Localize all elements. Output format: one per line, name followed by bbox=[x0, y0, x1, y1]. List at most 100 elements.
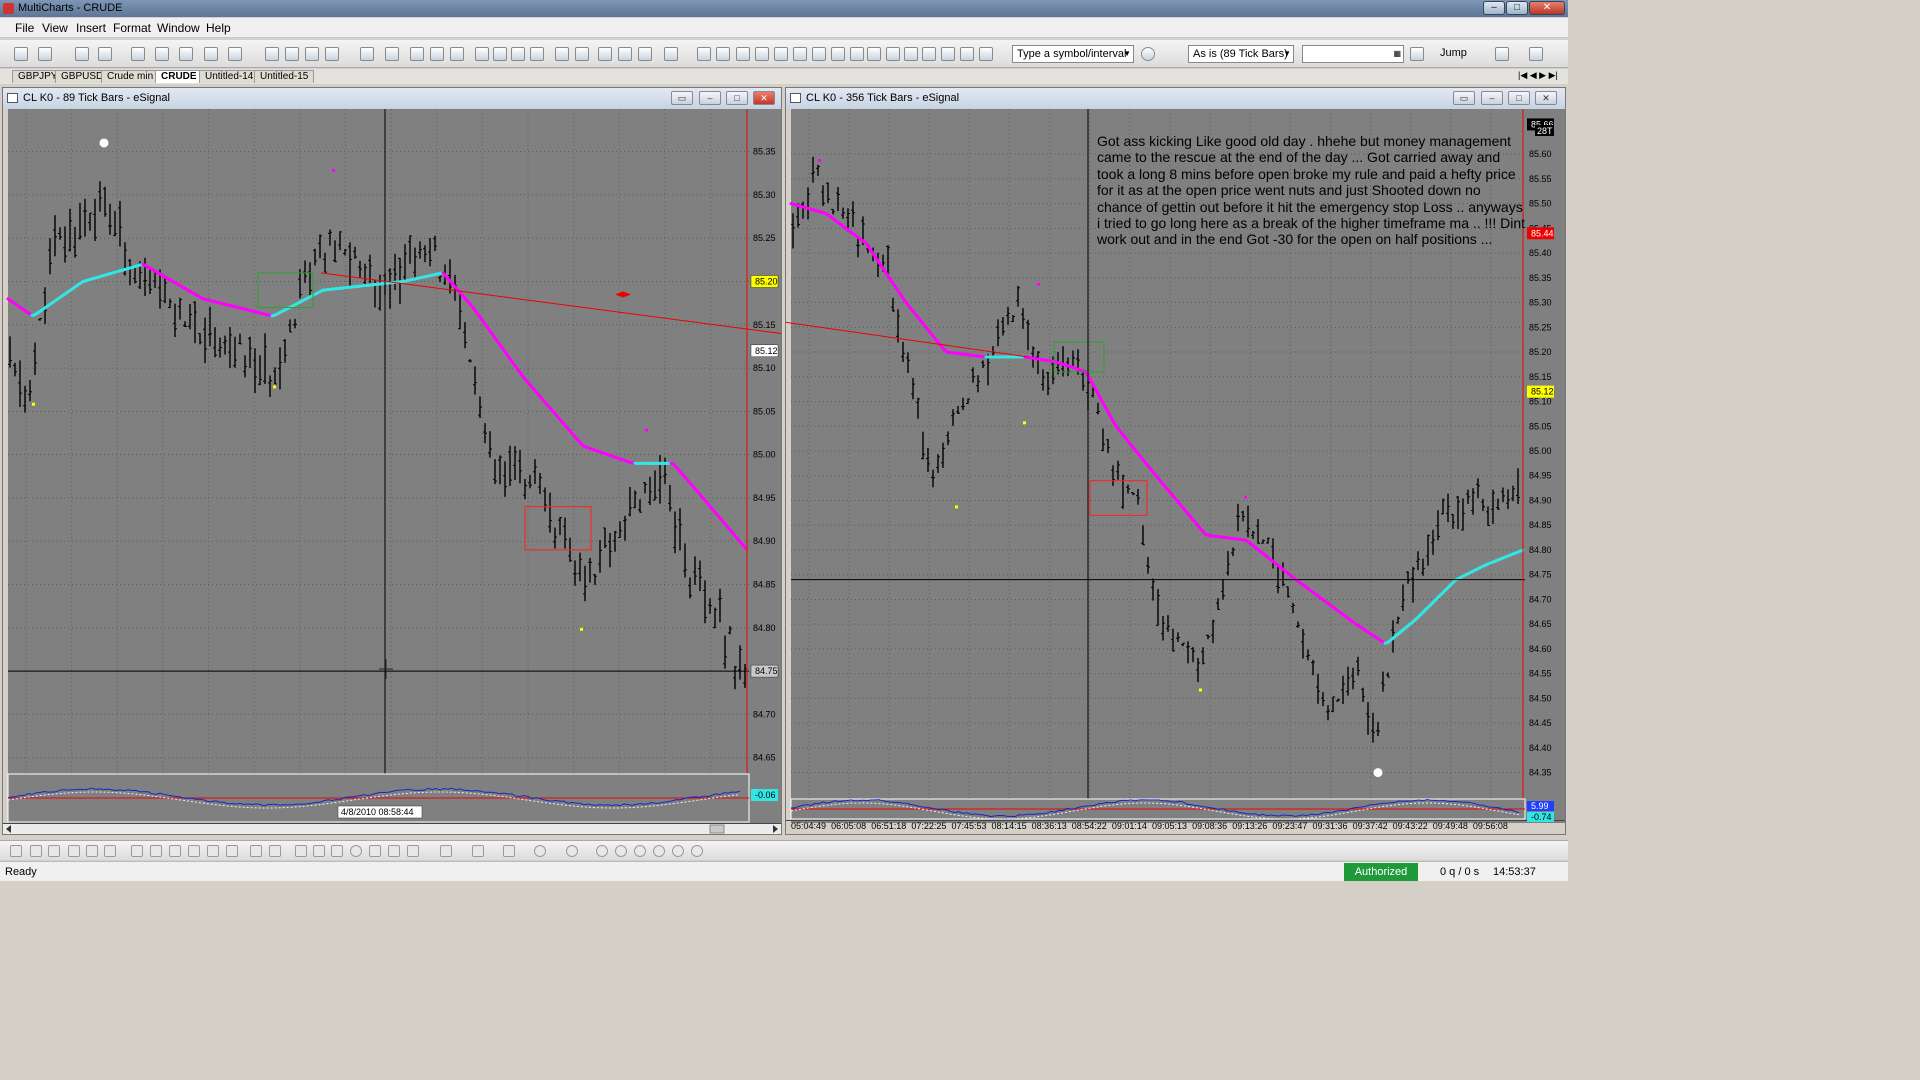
chart-close-button[interactable]: ✕ bbox=[753, 91, 775, 105]
order-icon[interactable] bbox=[228, 47, 242, 61]
chart-options-button[interactable]: ▭ bbox=[671, 91, 693, 105]
zoom-x-icon[interactable] bbox=[618, 47, 632, 61]
prev-icon[interactable] bbox=[1495, 47, 1509, 61]
scanner-icon[interactable] bbox=[179, 47, 193, 61]
goto-end-icon[interactable] bbox=[1410, 47, 1424, 61]
left-chart-titlebar[interactable]: CL K0 - 89 Tick Bars - eSignal ▭ – □ ✕ bbox=[3, 88, 781, 109]
minimize-button[interactable]: – bbox=[1483, 1, 1505, 15]
fib-fan-icon[interactable] bbox=[150, 845, 162, 857]
record-3-icon[interactable] bbox=[634, 845, 646, 857]
regression-icon[interactable] bbox=[226, 845, 238, 857]
save-icon[interactable] bbox=[75, 47, 89, 61]
panel-icon[interactable] bbox=[664, 47, 678, 61]
jump-button[interactable]: Jump bbox=[1440, 47, 1467, 59]
sync-icon[interactable] bbox=[960, 47, 974, 61]
new-window-icon[interactable] bbox=[155, 47, 169, 61]
gann-icon[interactable] bbox=[104, 845, 116, 857]
record-2-icon[interactable] bbox=[615, 845, 627, 857]
line-style-icon[interactable] bbox=[305, 47, 319, 61]
rectangle-icon[interactable] bbox=[331, 845, 343, 857]
chart-minimize-button[interactable]: – bbox=[1481, 91, 1503, 105]
horizontal-scrollbar[interactable] bbox=[3, 824, 781, 834]
up-icon[interactable] bbox=[774, 47, 788, 61]
scrollbar-thumb[interactable] bbox=[709, 824, 725, 834]
arrow-down-icon[interactable] bbox=[388, 845, 400, 857]
resolution-combobox[interactable]: As is (89 Tick Bars) ▼ bbox=[1188, 45, 1294, 63]
arrow-up-icon[interactable] bbox=[407, 845, 419, 857]
plot-area[interactable] bbox=[8, 109, 749, 826]
zoom-out-icon[interactable] bbox=[904, 47, 918, 61]
crosshair-icon[interactable] bbox=[575, 47, 589, 61]
chart-text-note[interactable]: Got ass kicking Like good old day . hheh… bbox=[1097, 133, 1529, 248]
tab-crude-min[interactable]: Crude min bbox=[101, 70, 160, 83]
right-chart-window[interactable]: CL K0 - 356 Tick Bars - eSignal ▭ – □ ✕ … bbox=[785, 87, 1566, 835]
chart-maximize-button[interactable]: □ bbox=[726, 91, 748, 105]
menu-window[interactable]: Window bbox=[157, 21, 200, 35]
refresh-icon[interactable] bbox=[922, 47, 936, 61]
chart-type-icon[interactable] bbox=[325, 47, 339, 61]
symbol-combobox[interactable]: Type a symbol/interval ▼ bbox=[1012, 45, 1134, 63]
back-icon[interactable] bbox=[812, 47, 826, 61]
tab-scroll-icon[interactable]: |◀ ◀ ▶ ▶| bbox=[1518, 70, 1558, 81]
study-icon[interactable] bbox=[511, 47, 525, 61]
signal-icon[interactable] bbox=[410, 47, 424, 61]
open-icon[interactable] bbox=[38, 47, 52, 61]
channel-icon[interactable] bbox=[68, 845, 80, 857]
left-chart-window[interactable]: CL K0 - 89 Tick Bars - eSignal ▭ – □ ✕ 8… bbox=[2, 87, 782, 835]
fib-lines-icon[interactable] bbox=[131, 845, 143, 857]
alert-icon[interactable] bbox=[979, 47, 993, 61]
chart-options-button[interactable]: ▭ bbox=[1453, 91, 1475, 105]
analysis-icon[interactable] bbox=[430, 47, 444, 61]
clock-icon[interactable] bbox=[1141, 47, 1155, 61]
price-axis[interactable] bbox=[1525, 109, 1565, 823]
comment-icon[interactable] bbox=[598, 47, 612, 61]
menu-insert[interactable]: Insert bbox=[76, 21, 106, 35]
grid-icon[interactable] bbox=[269, 845, 281, 857]
maximize-button[interactable]: □ bbox=[1506, 1, 1528, 15]
text-icon[interactable] bbox=[313, 845, 325, 857]
time-zones-icon[interactable] bbox=[188, 845, 200, 857]
record-icon[interactable] bbox=[596, 845, 608, 857]
record-4-icon[interactable] bbox=[653, 845, 665, 857]
target-icon[interactable] bbox=[534, 845, 546, 857]
ellipse-icon[interactable] bbox=[350, 845, 362, 857]
globe-icon[interactable] bbox=[566, 845, 578, 857]
fib-icon[interactable] bbox=[86, 845, 98, 857]
dom-icon[interactable] bbox=[204, 47, 218, 61]
fit-icon[interactable] bbox=[850, 47, 864, 61]
volume-order-icon[interactable] bbox=[472, 845, 484, 857]
format-icon[interactable] bbox=[360, 47, 374, 61]
pointer-icon[interactable] bbox=[555, 47, 569, 61]
trendline-icon[interactable] bbox=[10, 845, 22, 857]
new-icon[interactable] bbox=[14, 47, 28, 61]
bar-style-icon[interactable] bbox=[265, 47, 279, 61]
settings-icon[interactable] bbox=[941, 47, 955, 61]
move-icon[interactable] bbox=[867, 47, 881, 61]
check-icon[interactable] bbox=[450, 47, 464, 61]
pitchfork-icon[interactable] bbox=[250, 845, 262, 857]
trend-icon[interactable] bbox=[493, 47, 507, 61]
strategy-icon[interactable] bbox=[475, 47, 489, 61]
indicator-icon[interactable] bbox=[385, 47, 399, 61]
print-icon[interactable] bbox=[98, 47, 112, 61]
left-price-chart[interactable]: 85.35 85.30 85.25 85.20 85.15 85.10 85.05 85.00… bbox=[3, 109, 781, 834]
candle-style-icon[interactable] bbox=[285, 47, 299, 61]
scroll-left-icon[interactable] bbox=[697, 47, 711, 61]
record-5-icon[interactable] bbox=[672, 845, 684, 857]
menu-format[interactable]: Format bbox=[113, 21, 151, 35]
lock-icon[interactable] bbox=[530, 47, 544, 61]
chart-close-button[interactable]: ✕ bbox=[1535, 91, 1557, 105]
freehand-icon[interactable] bbox=[369, 845, 381, 857]
expand-icon[interactable] bbox=[755, 47, 769, 61]
tick-order-icon[interactable] bbox=[440, 845, 452, 857]
cycle-icon[interactable] bbox=[207, 845, 219, 857]
next-icon[interactable] bbox=[1529, 47, 1543, 61]
menu-file[interactable]: File bbox=[15, 21, 34, 35]
menu-view[interactable]: View bbox=[42, 21, 68, 35]
new-chart-icon[interactable] bbox=[131, 47, 145, 61]
vertical-line-icon[interactable] bbox=[48, 845, 60, 857]
date-field[interactable]: ▦ bbox=[1302, 45, 1404, 63]
record-6-icon[interactable] bbox=[691, 845, 703, 857]
close-button[interactable]: ✕ bbox=[1529, 1, 1565, 15]
chart-minimize-button[interactable]: – bbox=[699, 91, 721, 105]
